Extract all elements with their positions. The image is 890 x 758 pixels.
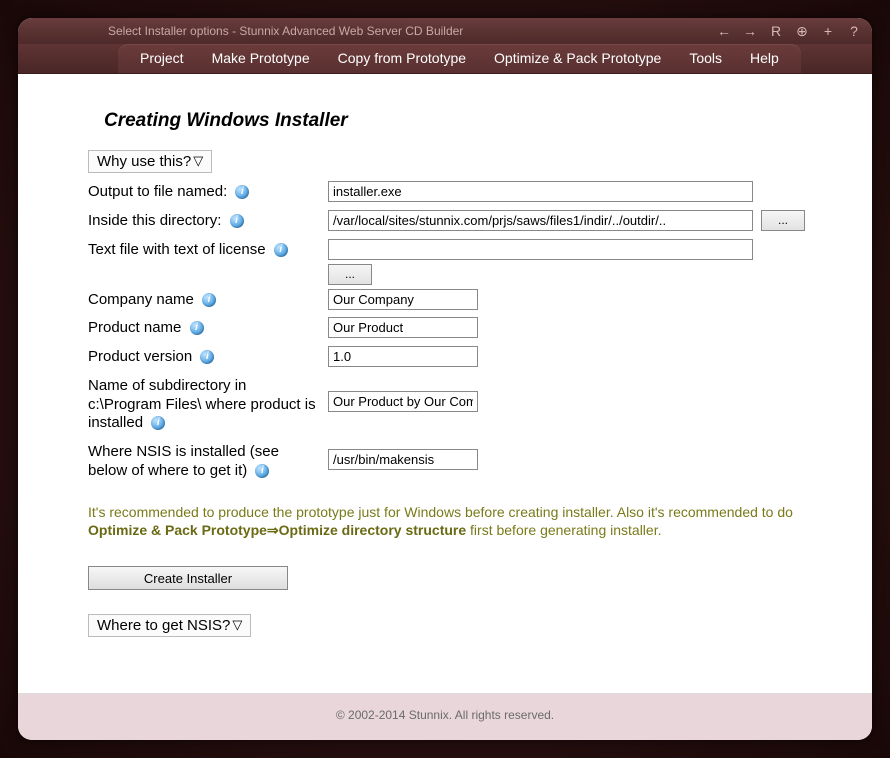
label-subdir: Name of subdirectory in c:\Program Files…	[88, 377, 316, 432]
info-icon[interactable]	[235, 185, 249, 199]
menu-help[interactable]: Help	[736, 44, 793, 73]
info-icon[interactable]	[200, 350, 214, 364]
plus-icon[interactable]: +	[820, 23, 836, 39]
subdir-input[interactable]	[328, 391, 478, 412]
note-bold: Optimize & Pack Prototype⇒Optimize direc…	[88, 522, 466, 538]
nsis-input[interactable]	[328, 449, 478, 470]
forward-icon[interactable]: →	[742, 23, 758, 39]
company-input[interactable]	[328, 289, 478, 310]
chevron-down-icon: ▽	[193, 153, 203, 169]
menubar: Project Make Prototype Copy from Prototy…	[18, 44, 872, 74]
browse-license-button[interactable]: ...	[328, 264, 372, 285]
reload-icon[interactable]: R	[768, 23, 784, 39]
note-text-1: It's recommended to produce the prototyp…	[88, 504, 793, 520]
recommendation-note: It's recommended to produce the prototyp…	[88, 503, 812, 541]
footer: © 2002-2014 Stunnix. All rights reserved…	[18, 693, 872, 740]
titlebar: Select Installer options - Stunnix Advan…	[18, 18, 872, 44]
menu-make-prototype[interactable]: Make Prototype	[198, 44, 324, 73]
label-nsis: Where NSIS is installed (see below of wh…	[88, 443, 279, 479]
create-installer-button[interactable]: Create Installer	[88, 566, 288, 590]
info-icon[interactable]	[274, 243, 288, 257]
menu-tools[interactable]: Tools	[675, 44, 736, 73]
label-inside-dir: Inside this directory:	[88, 212, 221, 229]
content-area: Creating Windows Installer Why use this?…	[18, 74, 872, 693]
expander-where-nsis[interactable]: Where to get NSIS?▽	[88, 614, 251, 637]
expander-why-label: Why use this?	[97, 153, 191, 170]
titlebar-controls: ← → R ⊕ + ?	[716, 18, 862, 44]
label-license-file: Text file with text of license	[88, 241, 266, 258]
product-input[interactable]	[328, 317, 478, 338]
footer-text: © 2002-2014 Stunnix. All rights reserved…	[336, 708, 554, 722]
output-file-input[interactable]	[328, 181, 753, 202]
chevron-down-icon: ▽	[232, 617, 242, 633]
note-text-2: first before generating installer.	[466, 522, 661, 538]
inside-dir-input[interactable]	[328, 210, 753, 231]
label-output-file: Output to file named:	[88, 183, 227, 200]
menu-copy-from-prototype[interactable]: Copy from Prototype	[324, 44, 480, 73]
app-window: Select Installer options - Stunnix Advan…	[18, 18, 872, 740]
info-icon[interactable]	[255, 464, 269, 478]
help-icon[interactable]: ?	[846, 23, 862, 39]
info-icon[interactable]	[151, 416, 165, 430]
page-title: Creating Windows Installer	[104, 110, 812, 132]
label-product: Product name	[88, 319, 181, 336]
license-file-input[interactable]	[328, 239, 753, 260]
version-input[interactable]	[328, 346, 478, 367]
menu-project[interactable]: Project	[126, 44, 198, 73]
target-icon[interactable]: ⊕	[794, 23, 810, 40]
browse-dir-button[interactable]: ...	[761, 210, 805, 231]
expander-why-use-this[interactable]: Why use this?▽	[88, 150, 212, 173]
window-title: Select Installer options - Stunnix Advan…	[108, 24, 463, 38]
info-icon[interactable]	[190, 321, 204, 335]
info-icon[interactable]	[230, 214, 244, 228]
info-icon[interactable]	[202, 293, 216, 307]
label-company: Company name	[88, 291, 194, 308]
expander-nsis-label: Where to get NSIS?	[97, 617, 230, 634]
menu-optimize-pack[interactable]: Optimize & Pack Prototype	[480, 44, 675, 73]
back-icon[interactable]: ←	[716, 23, 732, 39]
label-version: Product version	[88, 348, 192, 365]
